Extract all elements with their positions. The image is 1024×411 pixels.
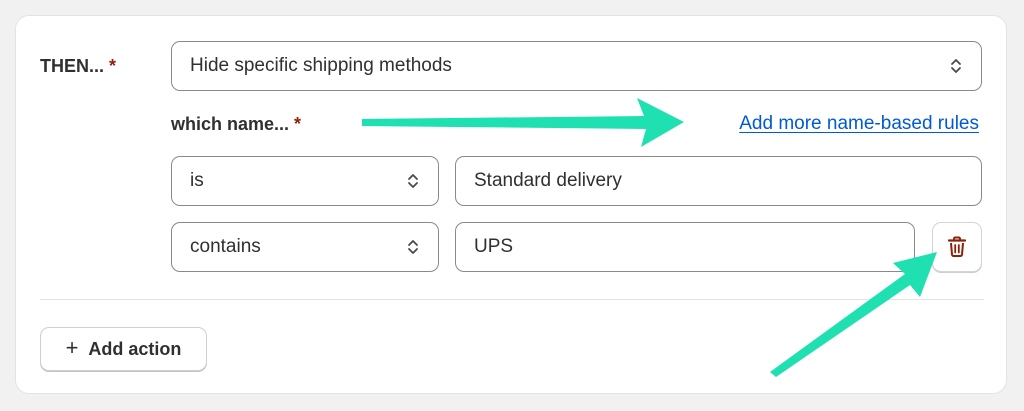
rule-value-input-1[interactable] bbox=[455, 156, 982, 206]
action-card: THEN... * Hide specific shipping methods … bbox=[15, 15, 1007, 394]
then-label: THEN... * bbox=[40, 56, 116, 77]
trash-icon bbox=[947, 236, 967, 257]
delete-rule-button[interactable] bbox=[932, 222, 982, 272]
select-chevron-icon bbox=[408, 240, 418, 254]
rule-operator-value: contains bbox=[190, 236, 261, 257]
which-name-label: which name... * bbox=[171, 114, 301, 135]
required-asterisk: * bbox=[109, 56, 117, 76]
then-label-text: THEN... bbox=[40, 56, 105, 76]
rule-operator-value: is bbox=[190, 170, 204, 191]
which-name-label-text: which name... bbox=[171, 114, 290, 134]
rule-value-input-2[interactable] bbox=[455, 222, 915, 272]
required-asterisk: * bbox=[294, 114, 302, 134]
select-chevron-icon bbox=[408, 174, 418, 188]
rule-operator-select-2[interactable]: contains bbox=[171, 222, 439, 272]
action-type-value: Hide specific shipping methods bbox=[190, 55, 452, 76]
select-chevron-icon bbox=[951, 59, 961, 73]
add-action-button[interactable]: + Add action bbox=[40, 327, 207, 371]
action-type-select[interactable]: Hide specific shipping methods bbox=[171, 41, 982, 91]
plus-icon: + bbox=[65, 335, 79, 360]
add-action-label: Add action bbox=[88, 338, 182, 359]
add-name-rules-link[interactable]: Add more name-based rules bbox=[739, 113, 979, 135]
section-divider bbox=[40, 299, 984, 300]
rule-operator-select-1[interactable]: is bbox=[171, 156, 439, 206]
